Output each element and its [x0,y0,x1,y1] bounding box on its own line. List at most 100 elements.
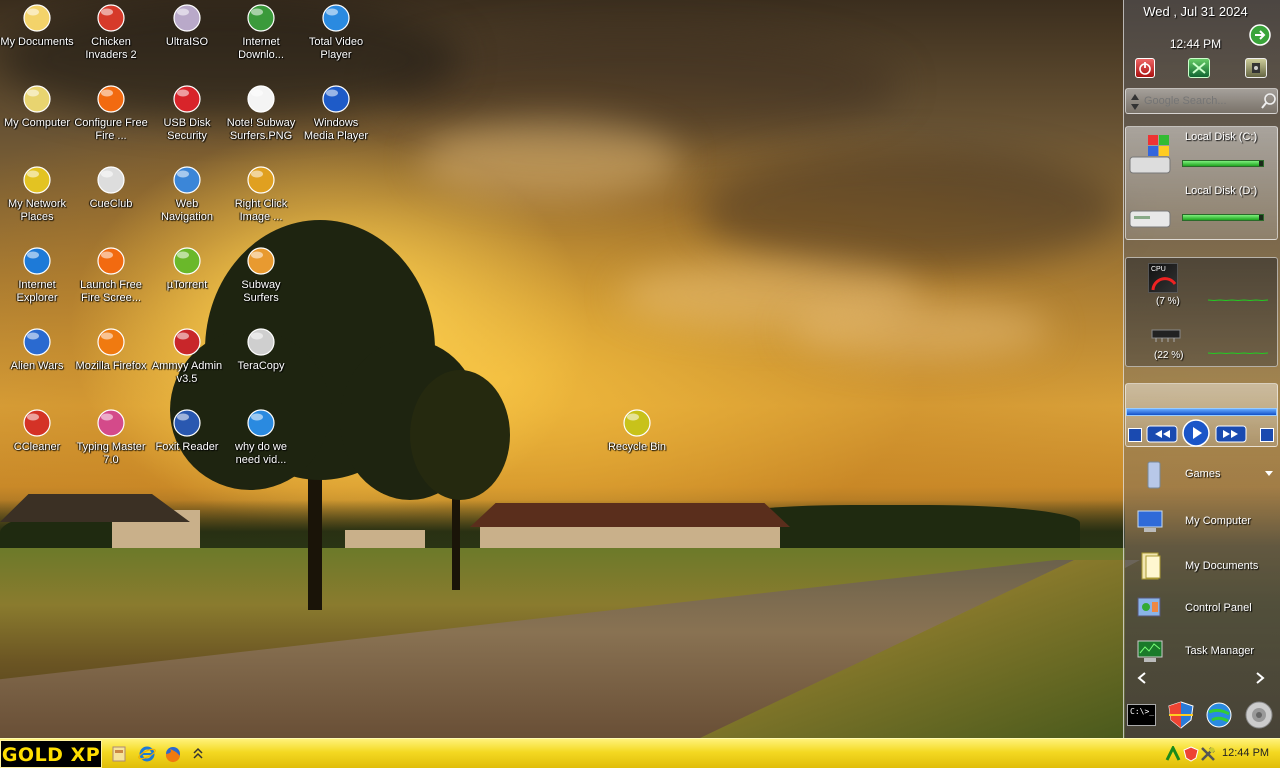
tray-security-shield-icon[interactable] [1183,746,1199,762]
desktop-icon[interactable]: Internet Downlo... [224,2,298,62]
desktop-icon[interactable]: Ammyy Admin v3.5 [150,326,224,386]
shortcut-file-icon [247,409,275,437]
desktop-icon[interactable]: Mozilla Firefox [74,326,148,373]
tray-network-icon[interactable] [1165,746,1181,762]
desktop-icon[interactable]: µTorrent [150,245,224,292]
show-desktop-icon[interactable] [110,745,128,763]
desktop-icon-label: Alien Wars [10,360,64,372]
typing-master-icon [97,409,125,437]
desktop-icon[interactable]: My Documents [0,2,74,49]
desktop-icon-label: Total Video Player [308,36,364,61]
power-off-icon[interactable] [1135,58,1155,78]
restart-icon[interactable] [1188,58,1210,78]
desktop-icon-label: TeraCopy [237,360,285,372]
sidebar-item-control-panel[interactable]: Control Panel [1130,592,1275,626]
internet-explorer-icon[interactable] [138,745,156,763]
desktop-icon[interactable]: Subway Surfers [224,245,298,305]
desktop-icon[interactable]: CueClub [74,164,148,211]
internet-download-manager-icon [247,4,275,32]
audio-speaker-icon[interactable] [1244,700,1274,730]
desktop-icon[interactable]: TeraCopy [224,326,298,373]
media-player-gadget [1125,383,1278,447]
desktop-icon[interactable]: UltraISO [150,2,224,49]
desktop-icon-label: Foxit Reader [155,441,219,453]
firefox-icon[interactable] [164,745,182,763]
desktop-icon[interactable]: Internet Explorer [0,245,74,305]
chevron-expand-icon[interactable] [192,745,210,763]
tray-clock[interactable]: 12:44 PM [1222,747,1269,759]
chevron-down-icon[interactable] [1264,470,1274,478]
desktop-icon-label: CueClub [89,198,133,210]
control-panel-icon [1137,597,1161,617]
desktop-icon[interactable]: My Computer [0,83,74,130]
sidebar-item-my-documents[interactable]: My Documents [1130,550,1275,584]
games-folder-icon [1147,461,1161,489]
play-button-icon[interactable] [1182,419,1210,447]
google-search-input[interactable] [1144,92,1256,110]
sidebar-item-label: My Documents [1185,560,1259,572]
desktop-icon-label: CCleaner [13,441,61,453]
desktop-icon[interactable]: USB Disk Security [150,83,224,143]
desktop-icon-label: Web Navigation [161,198,213,223]
desktop-icon[interactable]: Chicken Invaders 2 [74,2,148,62]
desktop-icon-label: Mozilla Firefox [75,360,147,372]
security-shield-icon[interactable] [1167,700,1195,730]
desktop-icon[interactable]: why do we need vid... [224,407,298,467]
recycle-bin-icon [623,409,651,437]
network-globe-icon[interactable] [1204,700,1234,730]
launch-free-fire-icon [97,247,125,275]
stop-button-icon[interactable] [1128,428,1142,442]
next-button-icon[interactable] [1215,425,1247,443]
desktop-icon[interactable]: CCleaner [0,407,74,454]
sidebar-item-games[interactable]: Games [1130,458,1275,492]
start-button[interactable]: GOLD XP [0,740,102,768]
sidebar-item-my-computer[interactable]: My Computer [1130,505,1275,539]
scroll-left-icon[interactable] [1137,672,1147,684]
desktop-icon-label: My Computer [3,117,71,129]
total-video-player-icon [322,4,350,32]
disk-d-bar [1182,214,1264,221]
google-search-box[interactable] [1125,88,1278,114]
my-documents-icon [23,4,51,32]
desktop-icon[interactable]: Recycle Bin [600,407,674,454]
search-icon[interactable] [1260,92,1276,110]
taskbar: GOLD XP 12:44 PM [0,738,1280,768]
desktop-icon[interactable]: Alien Wars [0,326,74,373]
ram-chip-icon [1151,329,1181,342]
desktop-icon-label: Right Click Image ... [234,198,288,223]
sidebar-clock: 12:44 PM [1169,37,1222,51]
desktop-icon[interactable]: Typing Master 7.0 [74,407,148,467]
internet-explorer-icon [23,247,51,275]
desktop-icon-label: Launch Free Fire Scree... [80,279,142,304]
my-documents-folder-icon [1141,552,1161,580]
sidebar-item-label: Control Panel [1185,602,1252,614]
disk-c-label: Local Disk (C:) [1185,131,1258,143]
desktop-icon[interactable]: My Network Places [0,164,74,224]
desktop-icon[interactable]: Launch Free Fire Scree... [74,245,148,305]
playlist-button-icon[interactable] [1260,428,1274,442]
desktop-icon-label: USB Disk Security [163,117,211,142]
tray-tools-icon[interactable] [1199,745,1217,763]
cpu-meter-icon: CPU [1148,263,1178,293]
usb-disk-security-icon [173,85,201,113]
desktop-icon[interactable]: Total Video Player [299,2,373,62]
desktop-icon[interactable]: Right Click Image ... [224,164,298,224]
desktop-icon[interactable]: Configure Free Fire ... [74,83,148,143]
command-prompt-icon[interactable]: C:\>_ [1127,704,1156,726]
desktop-icon[interactable]: Foxit Reader [150,407,224,454]
sidebar-item-task-manager[interactable]: Task Manager [1130,635,1275,669]
previous-button-icon[interactable] [1146,425,1178,443]
desktop-icon[interactable]: Windows Media Player [299,83,373,143]
alien-wars-icon [23,328,51,356]
cpu-badge: CPU [1151,266,1166,273]
sidebar-date: Wed , Jul 31 2024 [1143,4,1248,19]
sidebar-item-label: Task Manager [1185,645,1255,657]
spinner-arrows-icon[interactable] [1130,92,1140,112]
logoff-icon[interactable] [1245,58,1267,78]
desktop-icon[interactable]: Note! Subway Surfers.PNG [224,83,298,143]
scroll-right-icon[interactable] [1255,672,1265,684]
desktop-icon[interactable]: Web Navigation [150,164,224,224]
go-arrow-icon[interactable] [1249,24,1271,46]
media-seek-bar[interactable] [1126,408,1277,416]
desktop-icon-label: My Network Places [7,198,67,223]
